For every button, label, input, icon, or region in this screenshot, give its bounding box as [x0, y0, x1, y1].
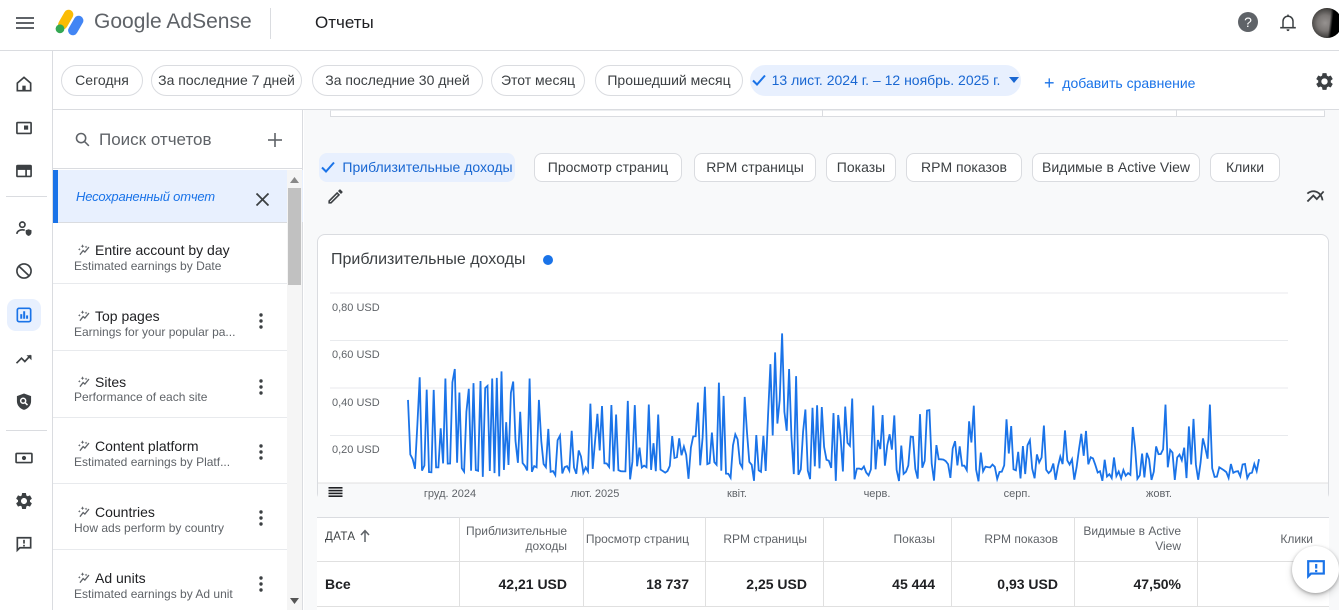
svg-text:0,60 USD: 0,60 USD	[332, 349, 380, 361]
svg-text:жовт.: жовт.	[1146, 488, 1172, 500]
svg-text:черв.: черв.	[864, 488, 891, 500]
svg-text:?: ?	[1244, 14, 1252, 30]
svg-text:0,80 USD: 0,80 USD	[332, 302, 380, 314]
svg-text:груд. 2024: груд. 2024	[424, 488, 476, 500]
svg-text:0,40 USD: 0,40 USD	[332, 397, 380, 409]
svg-text:лют. 2025: лют. 2025	[571, 488, 620, 500]
svg-text:серп.: серп.	[1004, 488, 1031, 500]
svg-text:0,20 USD: 0,20 USD	[332, 444, 380, 456]
svg-text:квіт.: квіт.	[727, 488, 747, 500]
